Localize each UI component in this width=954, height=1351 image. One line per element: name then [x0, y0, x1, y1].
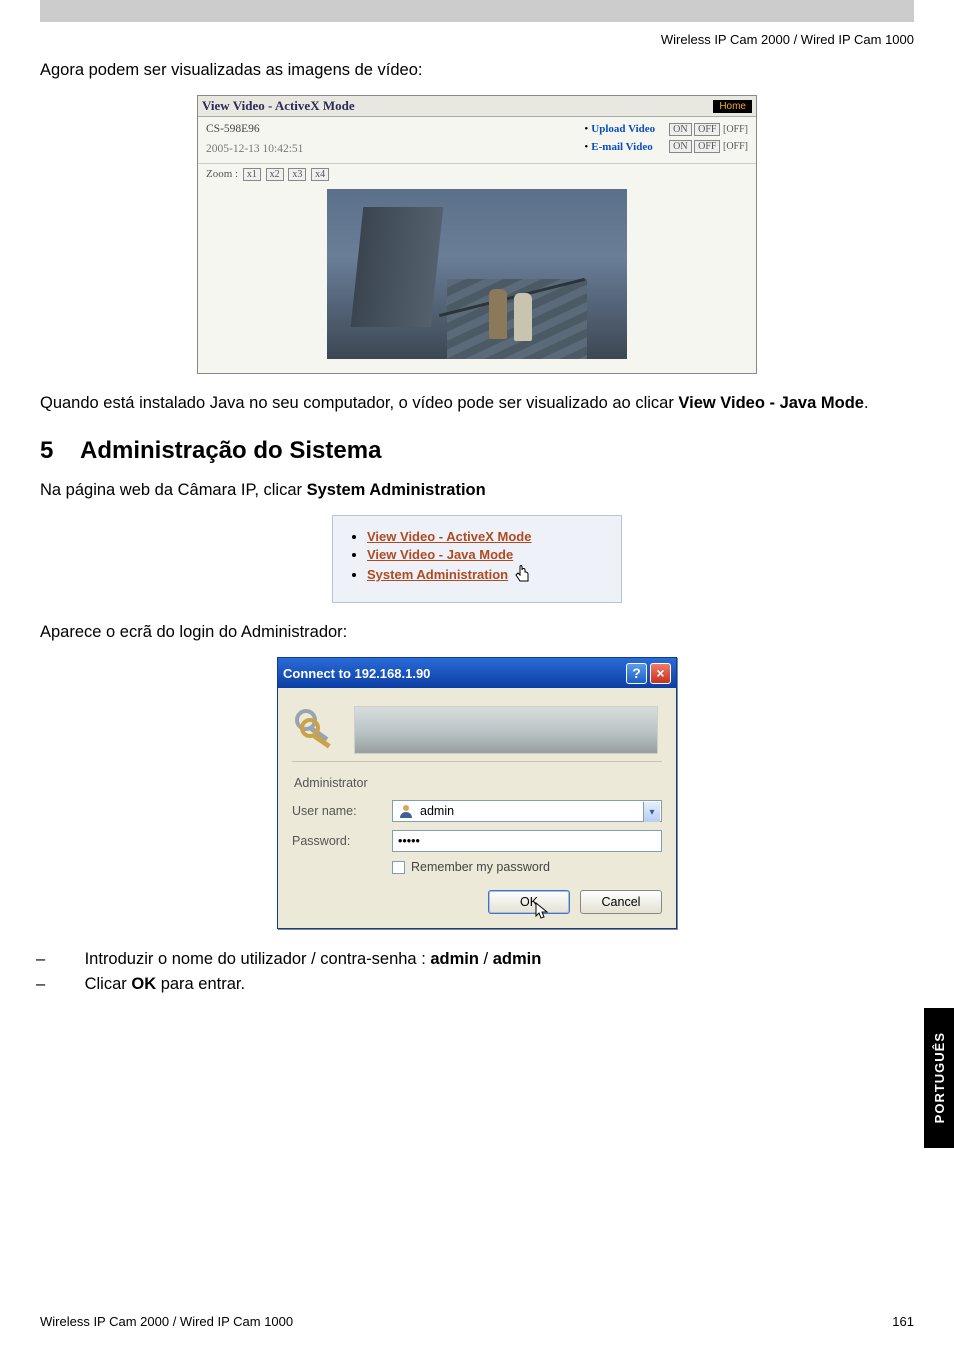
help-icon[interactable]: ? [626, 663, 647, 684]
fig1-upload-off[interactable]: OFF [694, 123, 720, 136]
top-gray-bar [40, 0, 914, 22]
fig1-upload-status: [OFF] [723, 124, 748, 135]
cancel-button[interactable]: Cancel [580, 890, 662, 914]
figure-link-list: View Video - ActiveX Mode View Video - J… [332, 515, 622, 603]
fig1-timestamp: 2005-12-13 10:42:51 [206, 143, 303, 155]
keys-icon [292, 706, 340, 754]
user-icon [398, 803, 414, 819]
list-item: Clicar OK para entrar. [58, 972, 914, 997]
fig1-zoom-label: Zoom : [206, 168, 238, 180]
list-item: Introduzir o nome do utilizador / contra… [58, 947, 914, 972]
chevron-down-icon[interactable]: ▾ [643, 802, 660, 822]
fig1-zoom-x2[interactable]: x2 [266, 168, 284, 181]
fig3-password-input[interactable]: ••••• [392, 830, 662, 852]
fig1-title: View Video - ActiveX Mode [202, 98, 355, 114]
fig2-link-java[interactable]: View Video - Java Mode [367, 547, 513, 562]
fig2-link-activex[interactable]: View Video - ActiveX Mode [367, 529, 531, 544]
fig3-username-input[interactable]: admin ▾ [392, 800, 662, 822]
header-product-line: Wireless IP Cam 2000 / Wired IP Cam 1000 [40, 32, 914, 47]
fig1-email-status: [OFF] [723, 141, 748, 152]
fig1-upload-on[interactable]: ON [669, 123, 691, 136]
fig2-link-sysadmin[interactable]: System Administration [367, 567, 508, 582]
fig3-title: Connect to 192.168.1.90 [283, 666, 430, 681]
language-tab: PORTUGUÊS [924, 1008, 954, 1148]
instruction-list: Introduzir o nome do utilizador / contra… [58, 947, 914, 997]
fig3-pass-label: Password: [292, 834, 392, 848]
fig1-zoom-x3[interactable]: x3 [288, 168, 306, 181]
arrow-cursor-icon [535, 902, 551, 923]
footer-page-number: 161 [892, 1314, 914, 1329]
dialog-banner-image [354, 706, 658, 754]
fig3-realm: Administrator [294, 776, 662, 790]
para-java-mode: Quando está instalado Java no seu comput… [40, 392, 914, 414]
fig1-email-on[interactable]: ON [669, 140, 691, 153]
ok-button[interactable]: OK [488, 890, 570, 914]
fig1-home-link[interactable]: Home [713, 100, 752, 113]
close-icon[interactable]: × [650, 663, 671, 684]
footer-left: Wireless IP Cam 2000 / Wired IP Cam 1000 [40, 1314, 293, 1329]
fig1-upload-link[interactable]: Upload Video [591, 123, 655, 135]
figure-login-dialog: Connect to 192.168.1.90 ? × [277, 657, 677, 929]
fig1-email-off[interactable]: OFF [694, 140, 720, 153]
figure-activex-viewer: View Video - ActiveX Mode Home CS-598E96… [197, 95, 757, 374]
para-sys-admin: Na página web da Câmara IP, clicar Syste… [40, 479, 914, 501]
intro-text-1: Agora podem ser visualizadas as imagens … [40, 59, 914, 81]
fig1-zoom-x1[interactable]: x1 [243, 168, 261, 181]
hand-cursor-icon [514, 565, 532, 585]
fig3-user-label: User name: [292, 804, 392, 818]
fig1-email-link[interactable]: E-mail Video [591, 141, 652, 153]
fig1-device-id: CS-598E96 [206, 123, 303, 135]
fig1-zoom-x4[interactable]: x4 [311, 168, 329, 181]
fig3-remember-label: Remember my password [411, 860, 550, 874]
section-heading: 5Administração do Sistema [40, 437, 914, 465]
fig3-remember-checkbox[interactable] [392, 861, 405, 874]
fig1-video-frame [327, 189, 627, 359]
para-login-screen: Aparece o ecrã do login do Administrador… [40, 621, 914, 643]
